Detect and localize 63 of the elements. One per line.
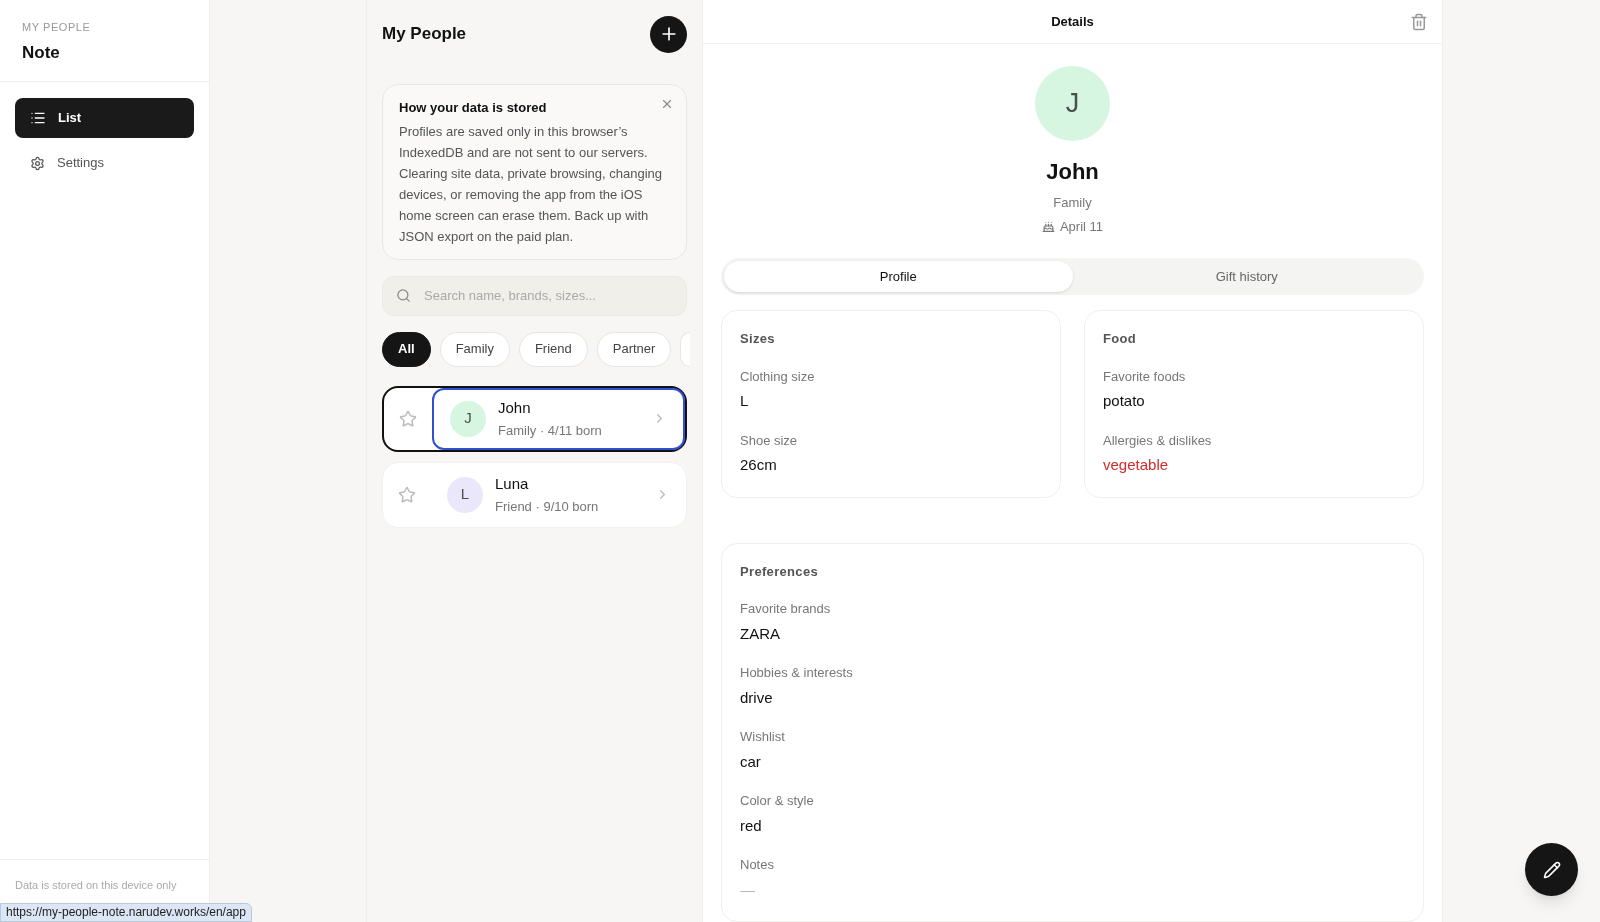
profile-name: John [1046, 158, 1099, 187]
field-value: vegetable [1103, 455, 1170, 475]
app-title: Note [22, 41, 61, 64]
nav-item[interactable]: Settings [15, 143, 194, 183]
trash-icon [1410, 12, 1428, 31]
profile-group: Family [1053, 193, 1092, 213]
field-label: Clothing size [740, 367, 816, 386]
details-title: Details [1051, 12, 1094, 31]
close-button[interactable] [660, 97, 674, 111]
tab[interactable]: Profile [724, 261, 1073, 292]
add-button[interactable] [650, 15, 687, 53]
filter-chip[interactable]: All [382, 331, 431, 367]
field-label: Wishlist [740, 728, 786, 746]
star-icon [398, 485, 416, 504]
field-value: red [740, 815, 763, 836]
app-eyebrow: MY PEOPLE [22, 20, 92, 35]
edit-button[interactable] [1525, 843, 1578, 896]
filter-chip[interactable]: Friend [518, 331, 588, 367]
tab[interactable]: Gift history [1072, 261, 1421, 292]
field-value: L [740, 391, 750, 411]
avatar: J [450, 400, 486, 437]
field-value: ZARA [740, 623, 781, 644]
search-icon [396, 287, 411, 303]
person-row[interactable]: L Luna Friend · 9/10 born [382, 461, 687, 528]
person-name: Luna [495, 473, 530, 494]
close-icon [660, 97, 674, 111]
card-title: Preferences [740, 562, 819, 581]
card-title: Food [1103, 330, 1138, 348]
filter-chip[interactable]: Family [439, 331, 510, 367]
field-label: Favorite brands [740, 600, 832, 618]
person-meta: Friend · 9/10 born [495, 498, 600, 516]
star-icon [399, 409, 417, 428]
field-value: 26cm [740, 455, 778, 475]
notice-text: Profiles are saved only in this browser’s IndexedDB and are not sent to our servers. Clearing site data, private browsing, changing devices, or removing the app from the iOS home screen can erase them. Back up with JSON export on the paid plan. [399, 122, 664, 246]
card-title: Sizes [740, 330, 776, 348]
field-value: car [740, 751, 762, 772]
search-field[interactable]: Search name, brands, sizes... [382, 275, 687, 316]
profile-avatar: J [1035, 66, 1110, 142]
field-label: Color & style [740, 792, 815, 810]
list-icon [30, 110, 46, 126]
field-value: drive [740, 687, 774, 708]
status-url: https://my-people-note.narudev.works/en/app [0, 903, 252, 922]
avatar: L [447, 476, 483, 513]
field-label: Shoe size [740, 431, 799, 450]
field-label: Notes [740, 856, 775, 874]
pencil-icon [1542, 860, 1561, 879]
field-value: — [740, 879, 756, 900]
person-row[interactable]: J John Family · 4/11 born [382, 385, 687, 452]
person-meta: Family · 4/11 born [498, 422, 603, 440]
filter-chip[interactable]: Partner [596, 331, 672, 367]
notice-title: How your data is stored [399, 99, 547, 117]
delete-button[interactable] [1410, 12, 1428, 31]
field-value: potato [1103, 391, 1146, 411]
field-label: Hobbies & interests [740, 664, 854, 682]
birthday: April 11 [1059, 217, 1104, 236]
list-title: My People [382, 23, 467, 46]
field-label: Favorite foods [1103, 367, 1187, 386]
nav-item[interactable]: List [15, 98, 194, 138]
person-name: John [498, 397, 532, 418]
storage-note: Data is stored on this device only [15, 879, 177, 891]
settings-icon [30, 155, 45, 171]
cake-icon [1041, 219, 1055, 233]
field-label: Allergies & dislikes [1103, 431, 1213, 450]
